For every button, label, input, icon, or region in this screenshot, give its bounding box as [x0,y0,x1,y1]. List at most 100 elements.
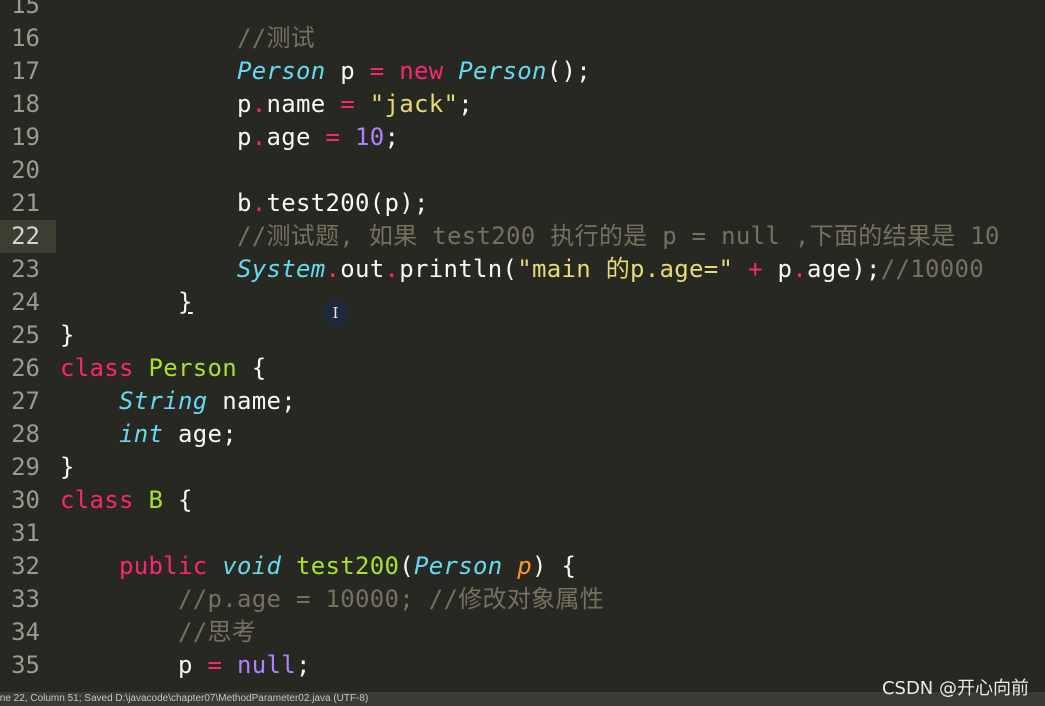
code-line[interactable]: 20 [0,154,1045,187]
code-text: //测试 [60,22,315,55]
code-line[interactable]: 31 [0,517,1045,550]
code-token: //测试题, 如果 test200 执行的是 p = null ,下面的结果是 … [237,222,1000,250]
code-token: out [340,255,385,283]
line-number: 33 [11,585,40,613]
line-number-cell: 26 [0,352,56,385]
code-line[interactable]: 33 //p.age = 10000; //修改对象属性 [0,583,1045,616]
line-number: 32 [11,552,40,580]
code-line[interactable]: 25} [0,319,1045,352]
code-token: = [369,57,385,85]
code-token: int [119,420,164,448]
line-number-cell: 22 [0,220,56,253]
code-editor[interactable]: 15 16 //测试 17 Person p = new Person(); 18 p… [0,0,1045,692]
line-number: 34 [11,618,40,646]
code-token: b [60,189,252,217]
code-line[interactable]: 26 class Person { [0,352,1045,385]
code-token: new [399,57,444,85]
code-text: class B { [60,484,193,517]
code-token: println( [399,255,518,283]
code-token: p [60,90,252,118]
line-number: 30 [11,486,40,514]
line-number: 21 [11,189,40,217]
code-line[interactable]: 27 String name; [0,385,1045,418]
text-cursor-icon: I [322,300,349,327]
line-number: 20 [11,156,40,184]
code-token: = [207,651,223,679]
code-token: p [325,57,370,85]
code-token: (); [546,57,591,85]
line-number: 24 [11,288,40,316]
line-number-cell: 25 [0,319,56,352]
code-token: //p.age = 10000; //修改对象属性 [178,585,605,613]
code-token: age); [807,255,881,283]
code-line[interactable]: 32 public void test200(Person p) { [0,550,1045,583]
code-token: class [60,354,134,382]
code-line[interactable]: 18 p.name = "jack"; [0,88,1045,121]
code-token: Person [148,354,237,382]
code-token: p [517,552,532,580]
line-number-cell: 24 [0,286,56,319]
code-line[interactable]: 34 //思考 [0,616,1045,649]
code-line[interactable]: 28 int age; [0,418,1045,451]
line-number: 23 [11,255,40,283]
code-text: System.out.println("main 的p.age=" + p.ag… [60,253,984,286]
code-line-current[interactable]: 22 //测试题, 如果 test200 执行的是 p = null ,下面的结… [0,220,1045,253]
line-number-cell: 18 [0,88,56,121]
code-token: name; [207,387,296,415]
code-line[interactable]: 24 } [0,286,1045,319]
code-line[interactable]: 23 System.out.println("main 的p.age=" + p… [0,253,1045,286]
code-token: class [60,486,134,514]
code-token: ; [296,651,311,679]
code-token: //测试 [237,24,316,52]
code-token: p [60,651,208,679]
line-number: 29 [11,453,40,481]
code-token: } [60,453,75,481]
code-text: p.age = 10; [60,121,399,154]
code-text: class Person { [60,352,267,385]
code-token: ; [458,90,473,118]
code-line[interactable]: 21 b.test200(p); [0,187,1045,220]
line-number: 19 [11,123,40,151]
code-token: Person [237,57,326,85]
code-line[interactable]: 19 p.age = 10; [0,121,1045,154]
code-token: ) { [532,552,577,580]
code-token: String [119,387,208,415]
line-number: 27 [11,387,40,415]
line-number-cell: 31 [0,517,56,550]
code-line[interactable]: 29} [0,451,1045,484]
code-token: { [163,486,193,514]
code-line[interactable]: 17 Person p = new Person(); [0,55,1045,88]
line-number-cell: 27 [0,385,56,418]
line-number: 16 [11,24,40,52]
code-token: . [384,255,400,283]
code-token: + [748,255,763,283]
code-text: public void test200(Person p) { [60,550,576,583]
code-text: p.name = "jack"; [60,88,473,121]
line-number: 15 [11,0,40,19]
code-text: p = null; [60,649,311,682]
line-number: 26 [11,354,40,382]
code-token: . [251,189,267,217]
code-line[interactable]: 30 class B { [0,484,1045,517]
code-token: test200 [296,552,400,580]
code-line[interactable]: 16 //测试 [0,22,1045,55]
line-number: 22 [11,222,40,250]
code-line[interactable]: 15 [0,0,1045,22]
code-token: } [60,321,75,349]
code-token: . [792,255,808,283]
line-number: 18 [11,90,40,118]
code-text: } [60,319,75,352]
